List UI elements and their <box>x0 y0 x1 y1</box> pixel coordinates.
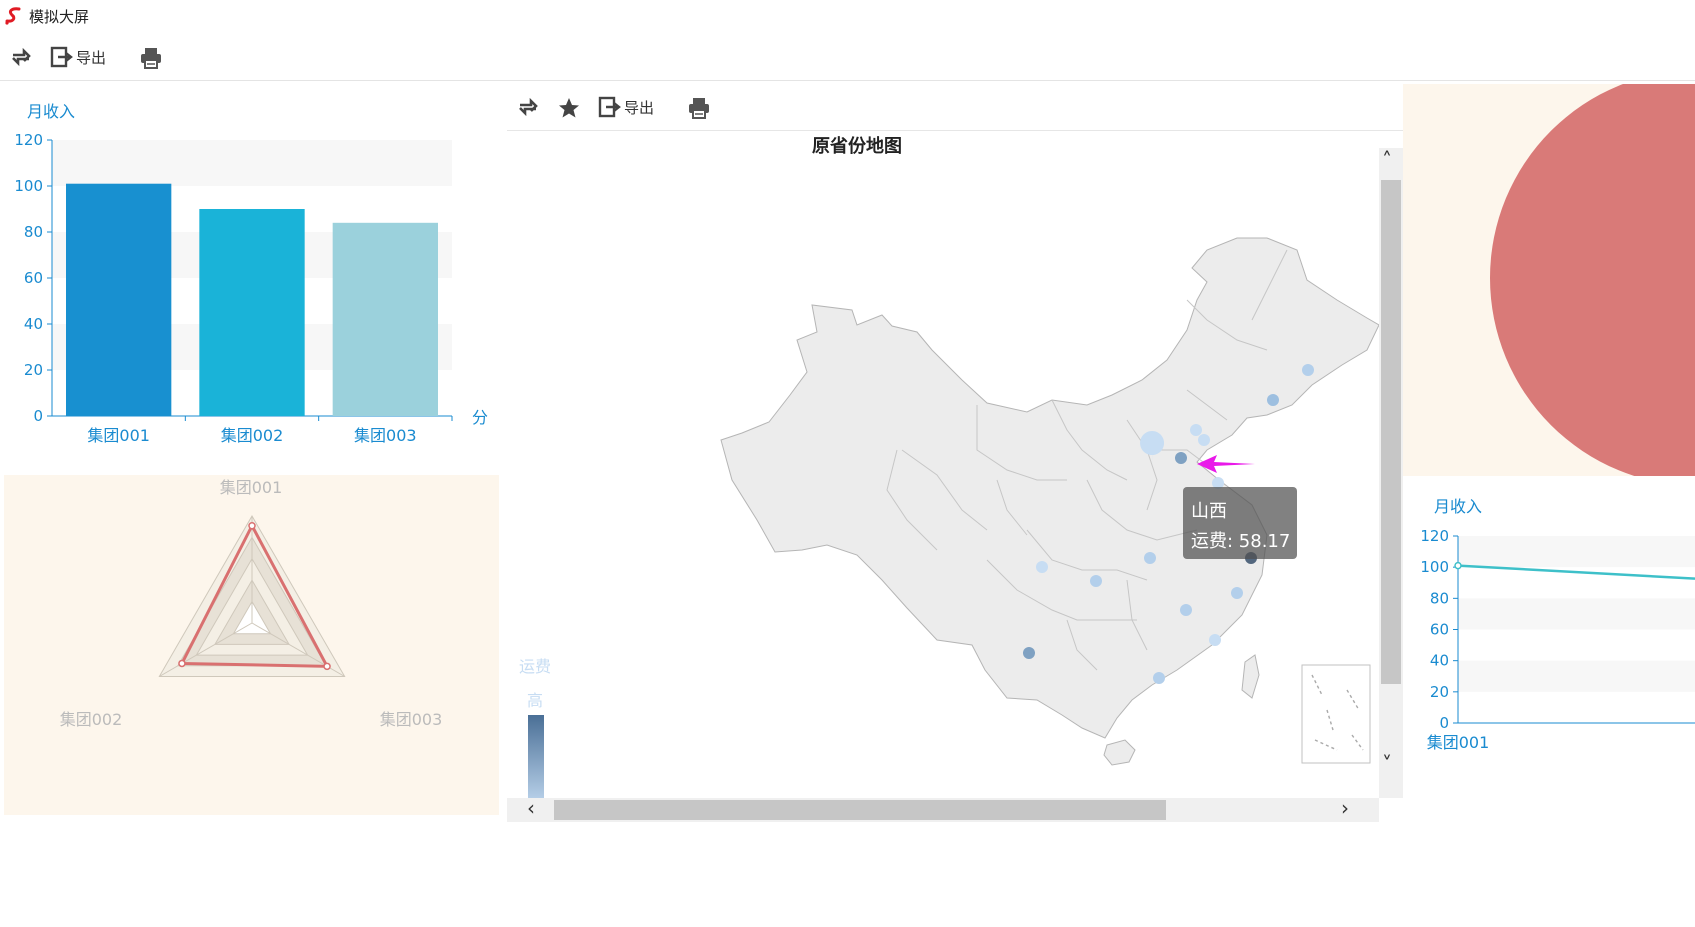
radar-chart: 集团001 集团002 集团003 <box>60 478 443 729</box>
map-vertical-scrollbar[interactable]: ˄ ˅ <box>1379 148 1403 798</box>
marker-pin[interactable] <box>1302 364 1314 376</box>
radar-chart-panel: 集团001 集团002 集团003 <box>4 475 499 815</box>
marker-pin[interactable] <box>1144 552 1156 564</box>
star-icon <box>559 98 579 118</box>
export-label: 导出 <box>76 48 107 67</box>
x-tick-label: 集团001 <box>1427 733 1490 752</box>
scroll-right-arrow-icon[interactable]: › <box>1341 798 1349 818</box>
y-tick-label: 0 <box>1439 714 1449 732</box>
y-tick-label: 60 <box>24 269 43 287</box>
radar-indicator-label: 集团001 <box>220 478 283 497</box>
marker-pin[interactable] <box>1090 575 1102 587</box>
grid-band <box>1458 598 1695 630</box>
tooltip-value: 运费: 58.17 <box>1191 531 1291 552</box>
y-tick-label: 100 <box>1420 558 1449 576</box>
scroll-down-arrow-icon[interactable]: ˅ <box>1382 754 1392 774</box>
y-tick-label: 100 <box>14 177 43 195</box>
export-icon <box>50 46 73 68</box>
map-tooltip: 山西 运费: 58.17 <box>1183 487 1297 559</box>
radar-point[interactable] <box>178 659 186 668</box>
visualmap-label: 运费 <box>519 657 551 676</box>
export-icon <box>598 96 621 118</box>
map-export-label: 导出 <box>624 98 655 117</box>
y-tick-label: 60 <box>1430 621 1449 639</box>
print-button[interactable] <box>139 46 163 70</box>
line-chart-title: 月收入 <box>1434 497 1482 516</box>
line-series[interactable] <box>1457 564 1695 580</box>
tooltip-region-name: 山西 <box>1191 501 1227 522</box>
refresh-icon <box>12 47 31 67</box>
bar[interactable] <box>199 209 305 416</box>
marker-pin[interactable] <box>1036 561 1048 573</box>
radar-point[interactable] <box>248 521 256 530</box>
y-tick-label: 20 <box>24 361 43 379</box>
marker-pin[interactable] <box>1180 604 1192 616</box>
vertical-scroll-thumb[interactable] <box>1381 180 1401 684</box>
line-point[interactable] <box>1454 561 1462 570</box>
marker-pin[interactable] <box>1023 647 1035 659</box>
marker-pin[interactable] <box>1209 634 1221 646</box>
bar-chart-x-unit: 分 <box>472 408 488 427</box>
main-toolbar: 导出 <box>0 40 1695 81</box>
taiwan-island <box>1241 654 1260 699</box>
horizontal-scroll-thumb[interactable] <box>554 800 1166 820</box>
y-tick-label: 80 <box>1430 589 1449 607</box>
export-button[interactable]: 导出 <box>50 46 106 68</box>
pie-slice[interactable] <box>1490 84 1695 476</box>
south-china-sea-inset <box>1301 664 1371 764</box>
china-map[interactable]: 运费 高 <box>507 150 1379 798</box>
y-tick-label: 80 <box>24 223 43 241</box>
marker-pin[interactable] <box>1175 452 1187 464</box>
print-icon <box>141 48 161 69</box>
map-export-button[interactable]: 导出 <box>598 96 654 118</box>
map-favorite-button[interactable] <box>557 96 581 120</box>
line-chart-panel: 月收入 0 20 40 60 80 100 120 集团001 <box>1403 478 1695 778</box>
y-tick-label: 120 <box>1420 527 1449 545</box>
pie-chart <box>1490 84 1695 476</box>
map-refresh-button[interactable] <box>517 96 539 118</box>
visualmap-gradient-bar[interactable] <box>528 715 544 798</box>
line-chart: 月收入 0 20 40 60 80 100 120 集团001 <box>1420 497 1695 752</box>
print-icon <box>689 98 709 119</box>
grid-band <box>1458 536 1695 568</box>
title-bar: 模拟大屏 <box>0 0 1695 32</box>
radar-indicator-label: 集团003 <box>380 710 443 729</box>
refresh-button[interactable] <box>10 46 32 68</box>
y-tick-label: 120 <box>14 131 43 149</box>
x-tick-label: 集团003 <box>354 426 417 445</box>
x-tick-label: 集团001 <box>87 426 150 445</box>
bar[interactable] <box>332 222 438 416</box>
grid-band <box>52 140 452 186</box>
marker-pin[interactable] <box>1231 587 1243 599</box>
scroll-up-arrow-icon[interactable]: ˄ <box>1382 150 1392 170</box>
marker-pin[interactable] <box>1267 394 1279 406</box>
marker-pin[interactable] <box>1153 672 1165 684</box>
map-print-button[interactable] <box>687 96 711 120</box>
bar-chart-panel: 月收入 0 20 40 60 80 100 120 集团001 集团002 集团003 分 <box>0 84 500 470</box>
visualmap-high-label: 高 <box>527 691 543 710</box>
bar-chart: 月收入 0 20 40 60 80 100 120 集团001 集团002 集团003 分 <box>14 102 488 445</box>
map-horizontal-scrollbar[interactable]: ‹ › <box>507 798 1379 822</box>
hainan-island <box>1103 739 1136 766</box>
grid-band <box>1458 660 1695 692</box>
y-tick-label: 40 <box>1430 652 1449 670</box>
radar-point[interactable] <box>323 662 331 671</box>
radar-indicator-label: 集团002 <box>60 710 123 729</box>
y-tick-label: 20 <box>1430 683 1449 701</box>
marker-pin[interactable] <box>1198 434 1210 446</box>
refresh-icon <box>519 97 538 117</box>
bar[interactable] <box>66 183 172 416</box>
app-title: 模拟大屏 <box>29 8 90 26</box>
y-tick-label: 40 <box>24 315 43 333</box>
pie-chart-panel <box>1403 84 1695 476</box>
scroll-left-arrow-icon[interactable]: ‹ <box>527 798 535 818</box>
x-tick-label: 集团002 <box>221 426 284 445</box>
bar-chart-title: 月收入 <box>27 102 75 121</box>
map-toolbar: 导出 <box>507 84 1403 131</box>
app-logo-icon <box>5 7 21 25</box>
y-tick-label: 0 <box>33 407 43 425</box>
marker-pin[interactable] <box>1190 424 1202 436</box>
